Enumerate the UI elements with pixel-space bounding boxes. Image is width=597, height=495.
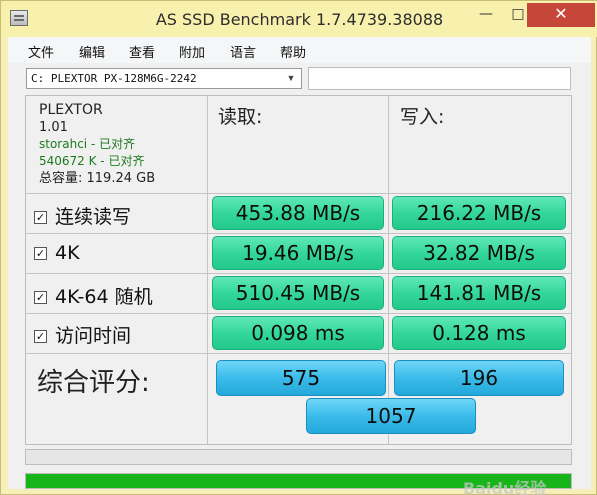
- score-label: 综合评分:: [37, 368, 150, 398]
- checkbox[interactable]: ✓: [34, 291, 47, 304]
- chevron-down-icon[interactable]: ▼: [283, 70, 299, 87]
- menu-help[interactable]: 帮助: [280, 42, 306, 61]
- row-label-4k[interactable]: ✓ 4K: [34, 242, 80, 264]
- drive-select[interactable]: C: PLEXTOR PX-128M6G-2242 ▼: [26, 68, 302, 89]
- score-total: 1057: [306, 398, 476, 434]
- menu-bar: 文件 编辑 查看 附加 语言 帮助: [8, 37, 591, 63]
- drive-firmware: 1.01: [39, 120, 68, 135]
- access-read-value: 0.098 ms: [212, 316, 384, 350]
- row-label-seq[interactable]: ✓ 连续读写: [34, 202, 131, 229]
- app-window: AS SSD Benchmark 1.7.4739.38088 — □ ✕ 文件…: [0, 0, 597, 495]
- row-label-text: 4K: [55, 242, 80, 264]
- drive-select-value: C: PLEXTOR PX-128M6G-2242: [31, 72, 197, 85]
- 4k-read-value: 19.46 MB/s: [212, 236, 384, 270]
- score-write: 196: [394, 360, 564, 396]
- menu-edit[interactable]: 编辑: [79, 42, 105, 61]
- alignment-status: 540672 K - 已对齐: [39, 154, 145, 168]
- checkbox[interactable]: ✓: [34, 211, 47, 224]
- minimize-button[interactable]: —: [471, 3, 501, 27]
- access-write-value: 0.128 ms: [392, 316, 566, 350]
- drive-info-field[interactable]: [308, 67, 571, 90]
- row-divider: [26, 313, 571, 314]
- seq-write-value: 216.22 MB/s: [392, 196, 566, 230]
- title-bar[interactable]: AS SSD Benchmark 1.7.4739.38088 — □ ✕: [1, 1, 597, 37]
- drive-info: PLEXTOR 1.01 storahci - 已对齐 540672 K - 已…: [39, 102, 155, 187]
- progress-bar: [25, 449, 572, 465]
- row-label-access[interactable]: ✓ 访问时间: [34, 321, 131, 348]
- row-divider: [26, 193, 571, 194]
- score-read: 575: [216, 360, 386, 396]
- menu-view[interactable]: 查看: [129, 42, 155, 61]
- driver-status: storahci - 已对齐: [39, 137, 136, 151]
- row-divider: [26, 273, 571, 274]
- checkbox[interactable]: ✓: [34, 330, 47, 343]
- row-label-4k64[interactable]: ✓ 4K-64 随机: [34, 282, 153, 309]
- column-divider: [388, 96, 389, 444]
- close-button[interactable]: ✕: [527, 3, 595, 27]
- menu-language[interactable]: 语言: [230, 42, 256, 61]
- client-area: 文件 编辑 查看 附加 语言 帮助 C: PLEXTOR PX-128M6G-2…: [8, 37, 591, 495]
- drive-capacity: 总容量: 119.24 GB: [39, 171, 156, 186]
- column-divider: [207, 96, 208, 444]
- row-label-text: 连续读写: [55, 206, 132, 228]
- menu-file[interactable]: 文件: [28, 42, 54, 61]
- 4k64-read-value: 510.45 MB/s: [212, 276, 384, 310]
- row-divider: [26, 233, 571, 234]
- results-table: PLEXTOR 1.01 storahci - 已对齐 540672 K - 已…: [25, 95, 572, 445]
- 4k-write-value: 32.82 MB/s: [392, 236, 566, 270]
- row-divider: [26, 353, 571, 354]
- read-column-header: 读取:: [218, 106, 263, 128]
- menu-extras[interactable]: 附加: [179, 42, 205, 61]
- drive-model: PLEXTOR: [39, 102, 103, 118]
- write-column-header: 写入:: [400, 106, 445, 128]
- watermark: Baidu经验: [463, 479, 547, 495]
- row-label-text: 访问时间: [55, 325, 132, 347]
- seq-read-value: 453.88 MB/s: [212, 196, 384, 230]
- checkbox[interactable]: ✓: [34, 247, 47, 260]
- 4k64-write-value: 141.81 MB/s: [392, 276, 566, 310]
- row-label-text: 4K-64 随机: [55, 286, 153, 308]
